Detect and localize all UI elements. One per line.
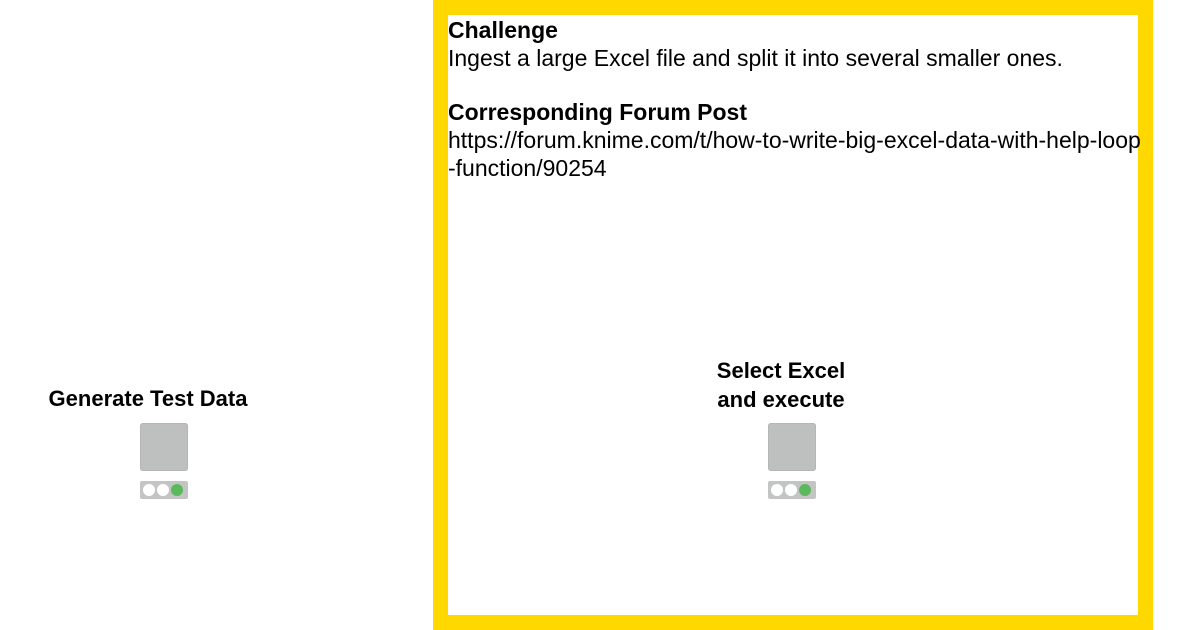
annotation-spacer	[448, 72, 1143, 98]
challenge-text: Ingest a large Excel file and split it i…	[448, 45, 1063, 71]
node-icon[interactable]	[768, 423, 816, 471]
forum-link[interactable]: https://forum.knime.com/t/how-to-write-b…	[448, 126, 1143, 182]
status-light-red	[143, 484, 155, 496]
annotation-text: Challenge Ingest a large Excel file and …	[448, 16, 1143, 182]
node-generate-test-data[interactable]: Generate Test Data	[28, 384, 268, 413]
node-label: Generate Test Data	[48, 386, 248, 411]
challenge-heading: Challenge	[448, 17, 558, 43]
status-light-yellow	[157, 484, 169, 496]
status-light-yellow	[785, 484, 797, 496]
workflow-canvas[interactable]: Challenge Ingest a large Excel file and …	[0, 0, 1200, 630]
node-status-traffic-light	[140, 481, 188, 499]
node-label: Select Excel and execute	[716, 358, 846, 412]
node-status-traffic-light	[768, 481, 816, 499]
status-light-green	[799, 484, 811, 496]
status-light-red	[771, 484, 783, 496]
node-select-excel[interactable]: Select Excel and execute	[661, 356, 901, 414]
workflow-annotation[interactable]: Challenge Ingest a large Excel file and …	[433, 0, 1153, 630]
forum-heading: Corresponding Forum Post	[448, 99, 747, 125]
status-light-green	[171, 484, 183, 496]
node-icon[interactable]	[140, 423, 188, 471]
